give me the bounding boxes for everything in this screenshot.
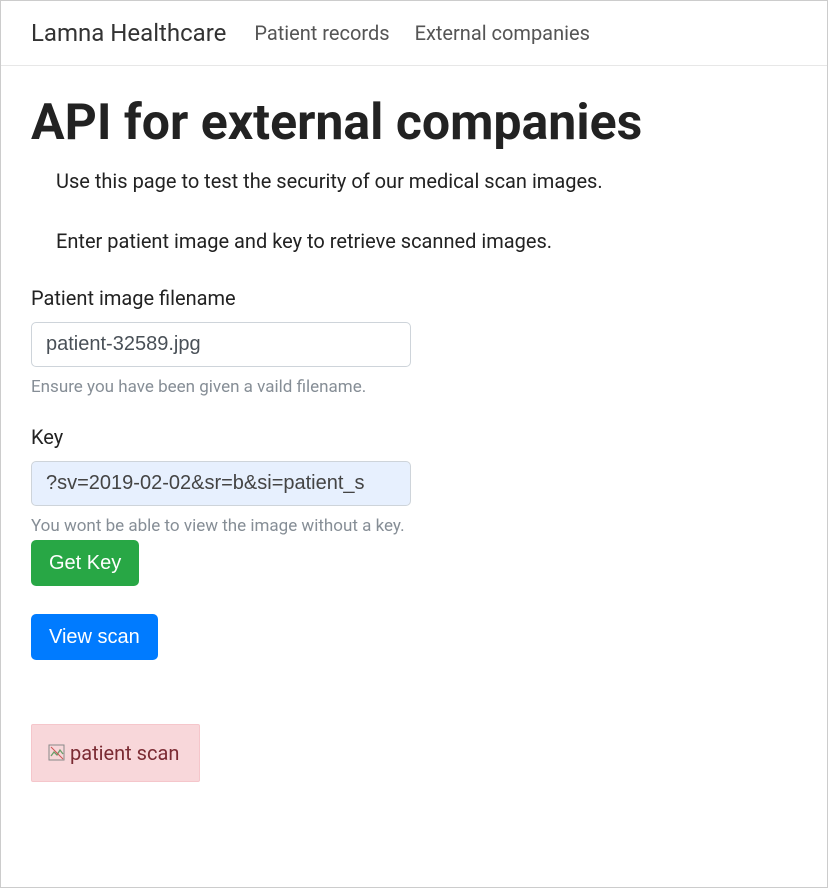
navbar: Lamna Healthcare Patient records Externa… [1,1,827,66]
view-scan-row: View scan [31,614,797,660]
field-filename: Patient image filename Ensure you have b… [31,286,797,397]
nav-link-external-companies[interactable]: External companies [415,21,590,45]
key-help: You wont be able to view the image witho… [31,516,797,536]
key-input[interactable] [31,461,411,506]
view-scan-button[interactable]: View scan [31,614,158,660]
page-title: API for external companies [31,94,797,152]
navbar-brand[interactable]: Lamna Healthcare [31,19,226,47]
filename-input[interactable] [31,322,411,367]
patient-scan-image-box: patient scan [31,724,200,782]
broken-image-icon [48,744,66,762]
filename-help: Ensure you have been given a vaild filen… [31,377,797,397]
intro-text-1: Use this page to test the security of ou… [56,166,797,196]
intro-text-2: Enter patient image and key to retrieve … [56,226,797,256]
get-key-button[interactable]: Get Key [31,540,139,586]
field-key: Key You wont be able to view the image w… [31,425,797,536]
main-container: API for external companies Use this page… [1,66,827,802]
get-key-row: Get Key [31,540,797,586]
nav-link-patient-records[interactable]: Patient records [254,21,389,45]
patient-scan-alt-text: patient scan [70,741,179,765]
filename-label: Patient image filename [31,286,797,310]
key-label: Key [31,425,797,449]
